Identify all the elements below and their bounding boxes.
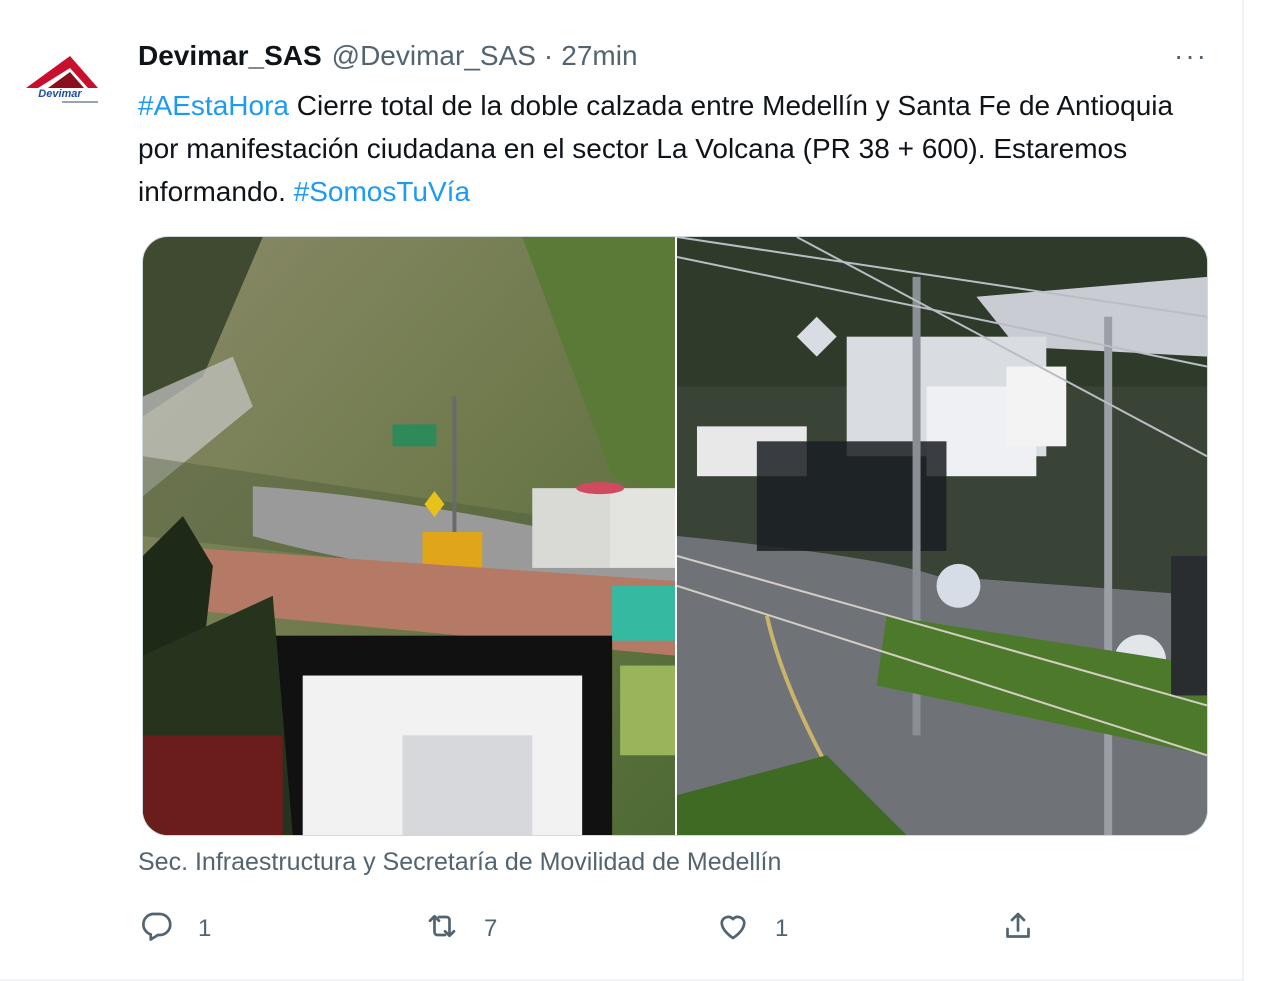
avatar[interactable]: Devimar	[18, 50, 104, 110]
like-button[interactable]: 1	[715, 905, 788, 953]
more-options-button[interactable]: ···	[1170, 40, 1212, 72]
tweet-actions: 1 7 1	[138, 905, 1058, 953]
tweet-header: Devimar_SAS @Devimar_SAS · 27min	[138, 36, 638, 76]
like-count: 1	[775, 915, 789, 942]
retweet-button[interactable]: 7	[424, 905, 497, 953]
tweet-card[interactable]: Devimar Devimar_SAS @Devimar_SAS · 27min…	[0, 0, 1244, 981]
display-name[interactable]: Devimar_SAS	[138, 40, 322, 72]
heart-icon	[715, 908, 751, 951]
separator-dot: ·	[543, 40, 554, 71]
hashtag-somostuvia[interactable]: #SomosTuVía	[294, 176, 470, 207]
hashtag-aestahora[interactable]: #AEstaHora	[138, 90, 289, 121]
retweet-icon	[424, 908, 460, 951]
road-blockade-photo-left	[143, 237, 675, 835]
tweet-timestamp[interactable]: 27min	[561, 40, 637, 72]
retweet-count: 7	[484, 915, 498, 942]
media-caption: Sec. Infraestructura y Secretaría de Mov…	[138, 848, 782, 876]
reply-count: 1	[198, 915, 212, 942]
reply-button[interactable]: 1	[138, 905, 211, 953]
media-photo-left[interactable]	[143, 237, 675, 835]
user-handle[interactable]: @Devimar_SAS	[332, 40, 536, 72]
devimar-logo-icon: Devimar	[20, 56, 100, 103]
more-icon: ···	[1174, 40, 1208, 71]
reply-icon	[138, 908, 174, 951]
road-blockade-photo-right	[677, 237, 1207, 835]
share-button[interactable]	[1000, 905, 1036, 953]
svg-text:Devimar: Devimar	[38, 88, 82, 100]
tweet-text: #AEstaHora Cierre total de la doble calz…	[138, 84, 1188, 213]
share-icon	[1000, 908, 1036, 951]
media-photo-right[interactable]	[677, 237, 1207, 835]
tweet-media-grid	[142, 236, 1208, 836]
